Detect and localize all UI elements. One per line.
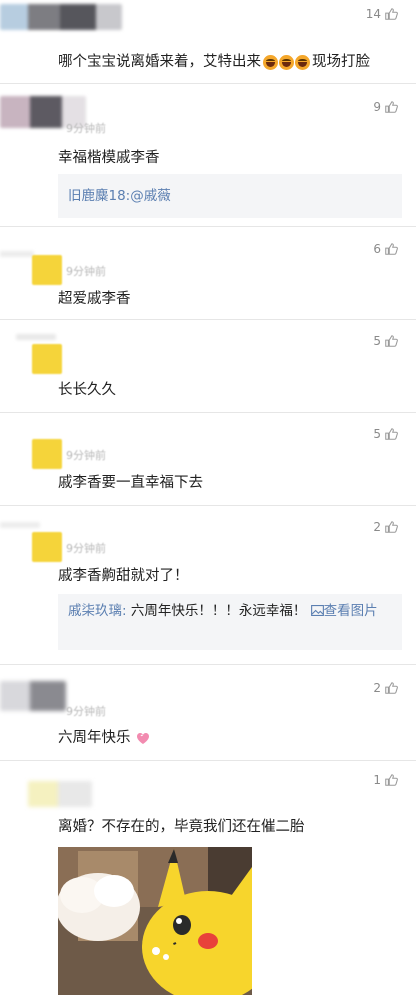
reply-text: 六周年快乐！！！永远幸福！ <box>126 603 307 619</box>
like-count: 1 <box>373 773 381 787</box>
laughing-emoji-icon <box>279 54 294 70</box>
comment-text: 离婚？不存在的，毕竟我们还在催二胎 <box>58 819 305 835</box>
comment-item: 9分钟前 5 戚李香要一直幸福下去 <box>0 413 416 505</box>
like-button[interactable]: 5 <box>373 334 398 348</box>
reply-box[interactable]: 戚柒玖璃: 六周年快乐！！！永远幸福！ 查看图片 <box>58 594 402 650</box>
like-count: 6 <box>373 242 381 256</box>
avatar[interactable] <box>0 4 122 30</box>
comment-text: 长长久久 <box>58 382 116 398</box>
laughing-emoji-icon <box>295 54 310 70</box>
laughing-emoji-icon <box>263 54 278 70</box>
comment-text: 六周年快乐 <box>58 726 151 747</box>
like-button[interactable]: 2 <box>373 520 398 534</box>
like-button[interactable]: 5 <box>373 427 398 441</box>
comment-text: 超爱戚李香 <box>58 291 131 307</box>
avatar[interactable] <box>32 439 62 469</box>
comment-text: 幸福楷模戚李香 <box>58 150 160 166</box>
thumbs-up-icon <box>385 682 398 694</box>
reply-user-link[interactable]: 旧鹿麋18: <box>68 188 130 204</box>
like-button[interactable]: 14 <box>366 7 398 21</box>
comment-item: 9分钟前 2 戚李香齁甜就对了！ 戚柒玖璃: 六周年快乐！！！永远幸福！ 查看图… <box>0 506 416 664</box>
image-icon <box>310 605 324 617</box>
comment-time: 9分钟前 <box>66 122 106 135</box>
thumbs-up-icon <box>385 335 398 347</box>
like-count: 2 <box>373 520 381 534</box>
comment-time: 9分钟前 <box>66 705 106 718</box>
like-button[interactable]: 6 <box>373 242 398 256</box>
like-button[interactable]: 1 <box>373 773 398 787</box>
avatar[interactable] <box>32 255 62 285</box>
like-count: 5 <box>373 334 381 348</box>
like-button[interactable]: 2 <box>373 681 398 695</box>
comment-item: 14 哪个宝宝说离婚来着，艾特出来 现场打脸 <box>0 0 416 82</box>
comment-item: 1 离婚？不存在的，毕竟我们还在催二胎 <box>0 761 416 1000</box>
avatar[interactable] <box>0 681 66 711</box>
avatar[interactable] <box>16 334 56 340</box>
like-count: 5 <box>373 427 381 441</box>
avatar[interactable] <box>32 532 62 562</box>
comment-item: 5 长长久久 <box>0 320 416 412</box>
like-count: 14 <box>365 7 381 21</box>
comment-time: 9分钟前 <box>66 265 106 278</box>
comment-time: 9分钟前 <box>66 449 106 462</box>
thumbs-up-icon <box>385 521 398 533</box>
thumbs-up-icon <box>385 243 398 255</box>
thumbs-up-icon <box>385 101 398 113</box>
like-count: 2 <box>373 681 381 695</box>
avatar[interactable] <box>28 781 92 807</box>
comment-item: 9分钟前 9 幸福楷模戚李香 旧鹿麋18:@戚薇 <box>0 84 416 226</box>
thumbs-up-icon <box>385 774 398 786</box>
comment-item: 9分钟前 2 六周年快乐 <box>0 665 416 761</box>
avatar[interactable] <box>32 344 62 374</box>
like-count: 9 <box>373 100 381 114</box>
emoji-group <box>263 54 310 70</box>
comment-text: 哪个宝宝说离婚来着，艾特出来 现场打脸 <box>58 54 370 70</box>
avatar[interactable] <box>0 522 40 528</box>
heart-emoji-icon <box>137 733 150 744</box>
reply-box[interactable]: 旧鹿麋18:@戚薇 <box>58 174 402 218</box>
avatar[interactable] <box>0 251 34 257</box>
comment-item: 9分钟前 6 超爱戚李香 <box>0 227 416 319</box>
reply-user-link[interactable]: 戚柒玖璃: <box>68 603 127 619</box>
comment-text: 戚李香要一直幸福下去 <box>58 475 203 491</box>
comment-time: 9分钟前 <box>66 542 106 555</box>
mention-link[interactable]: @戚薇 <box>130 188 171 204</box>
thumbs-up-icon <box>385 8 398 20</box>
thumbs-up-icon <box>385 428 398 440</box>
comment-text: 戚李香齁甜就对了！ <box>58 568 189 584</box>
comment-image[interactable] <box>58 847 252 995</box>
view-image-link[interactable]: 查看图片 <box>310 603 378 619</box>
like-button[interactable]: 9 <box>373 100 398 114</box>
